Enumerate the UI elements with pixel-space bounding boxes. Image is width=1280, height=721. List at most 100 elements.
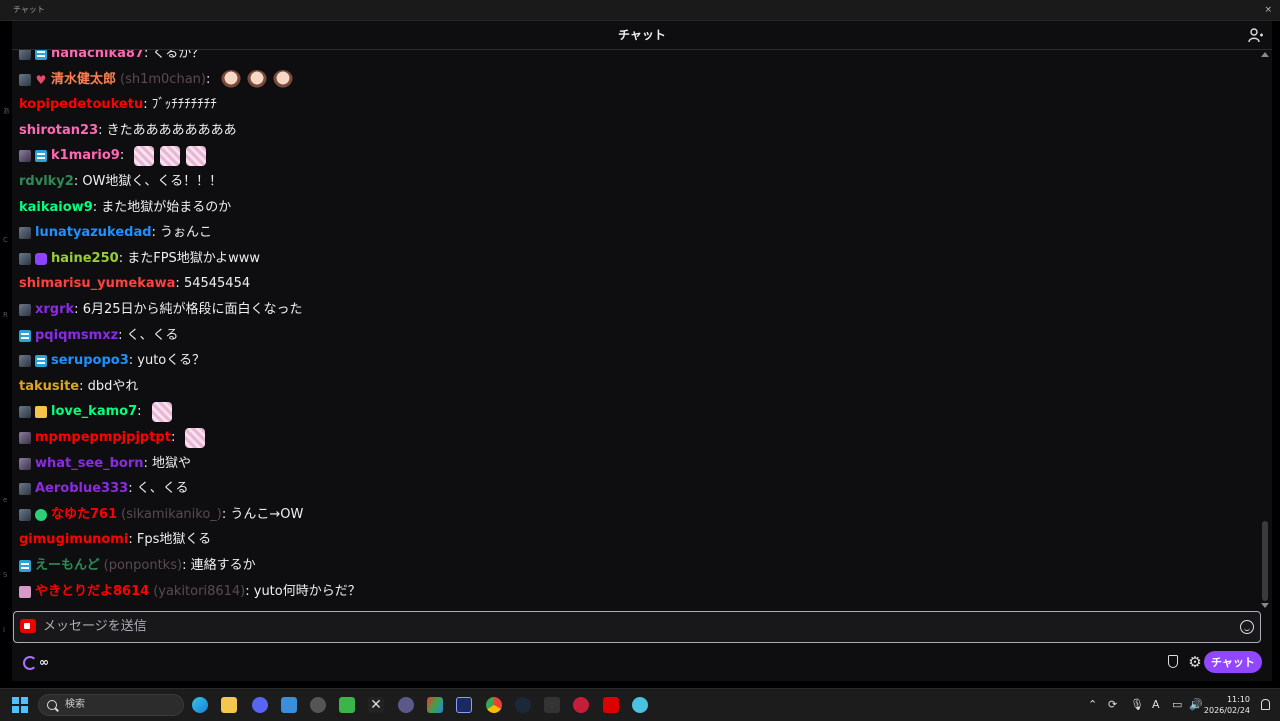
face-emote-icon[interactable] xyxy=(220,69,241,90)
chat-username[interactable]: Aeroblue333 xyxy=(35,478,128,500)
chat-username[interactable]: gimugimunomi xyxy=(19,529,128,551)
chat-username[interactable]: rdvlky2 xyxy=(19,171,74,193)
avatar-badge-icon[interactable] xyxy=(19,508,31,521)
chat-username[interactable]: takusite xyxy=(19,376,79,398)
red-app-icon[interactable] xyxy=(603,697,619,713)
chrome-icon[interactable] xyxy=(486,697,502,713)
message-list[interactable]: hanachika87: くるか？ ♥ 清水健太郎 (sh1m0chan): kopi… xyxy=(12,50,1257,622)
avatar-badge-icon[interactable] xyxy=(19,304,31,316)
chat-username[interactable]: hanachika87 xyxy=(51,50,144,65)
vpn-icon[interactable] xyxy=(398,697,414,713)
globe-icon[interactable] xyxy=(632,697,648,713)
green-badge-icon[interactable] xyxy=(35,508,47,521)
avatar-badge-icon[interactable] xyxy=(19,483,31,496)
clock[interactable]: 11:10 2026/02/24 xyxy=(1204,694,1250,716)
bits-badge-icon[interactable] xyxy=(35,406,47,419)
chat-username[interactable]: kopipedetouketu xyxy=(19,94,143,116)
avatar-badge-icon[interactable] xyxy=(19,252,31,265)
chat-username[interactable]: やきとりだよ8614 xyxy=(35,581,149,603)
scroll-down-arrow[interactable] xyxy=(1261,603,1269,608)
chat-username[interactable]: shimarisu_yumekawa xyxy=(19,273,175,295)
taskbar-search[interactable]: 検索 xyxy=(38,694,184,716)
pink-emote-icon[interactable] xyxy=(185,428,206,448)
pink-emote-icon[interactable] xyxy=(160,146,181,167)
chevron-up-icon[interactable]: ⌃ xyxy=(1088,689,1097,721)
avatar-badge-icon[interactable] xyxy=(19,406,31,419)
chat-username[interactable]: なゆた761 xyxy=(51,504,117,526)
avatar-badge-icon[interactable] xyxy=(19,50,31,60)
network-icon[interactable]: ▭ xyxy=(1172,689,1182,721)
message-input[interactable]: メッセージを送信 xyxy=(13,611,1261,643)
avatar-badge-icon[interactable] xyxy=(19,355,31,368)
sub-badge-icon[interactable] xyxy=(35,355,47,368)
chat-username[interactable]: what_see_born xyxy=(35,453,144,475)
scroll-up-arrow[interactable] xyxy=(1261,52,1269,57)
mic-icon[interactable]: 🎙 xyxy=(1130,689,1144,721)
notepad-icon[interactable] xyxy=(281,697,297,713)
pink-badge-icon[interactable] xyxy=(19,585,31,598)
file-explorer-icon[interactable] xyxy=(221,697,237,713)
chat-username[interactable]: serupopo3 xyxy=(51,350,129,372)
chat-username[interactable]: shirotan23 xyxy=(19,120,98,142)
minecraft-icon[interactable] xyxy=(339,697,355,713)
chat-send-button[interactable]: チャット xyxy=(1204,651,1262,673)
chat-username[interactable]: えーもんど xyxy=(35,555,100,577)
pink-emote-icon[interactable] xyxy=(151,402,172,423)
sub-badge-icon[interactable] xyxy=(35,50,47,60)
users-icon[interactable] xyxy=(1248,27,1264,43)
sub-badge-icon[interactable] xyxy=(19,560,31,572)
sub-badge-icon[interactable] xyxy=(19,329,31,342)
emoji-icon[interactable] xyxy=(1240,620,1254,634)
steam-icon[interactable] xyxy=(515,697,531,713)
chat-separator: : xyxy=(98,122,107,138)
channel-points-icon[interactable] xyxy=(23,656,37,670)
chat-username[interactable]: lunatyazukedad xyxy=(35,222,152,244)
chat-header: チャット xyxy=(12,21,1272,50)
shield-icon[interactable] xyxy=(1168,655,1178,668)
chat-username[interactable]: k1mario9 xyxy=(51,145,120,167)
chat-username[interactable]: kaikaiow9 xyxy=(19,197,93,219)
purple-badge-icon[interactable] xyxy=(35,252,47,265)
avatar2-badge-icon[interactable] xyxy=(19,432,31,444)
chat-username[interactable]: pqiqmsmxz xyxy=(35,325,118,347)
monitor-icon[interactable] xyxy=(456,697,472,713)
scrollbar-thumb[interactable] xyxy=(1262,521,1268,601)
chat-username[interactable]: xrgrk xyxy=(35,299,74,321)
windows-start-icon[interactable] xyxy=(12,697,28,713)
chat-separator: : xyxy=(128,481,137,497)
chat-message: mpmpepmpjpjptpt: xyxy=(19,427,206,449)
avatar2-badge-icon[interactable] xyxy=(19,457,31,470)
notification-icon[interactable] xyxy=(1261,699,1270,710)
chat-username[interactable]: love_kamo7 xyxy=(51,401,137,423)
sync-icon[interactable]: ⟳ xyxy=(1108,689,1117,721)
pink-emote-icon[interactable] xyxy=(186,146,207,167)
avatar-badge-icon[interactable] xyxy=(19,227,31,240)
chat-message-text: きたああああああああ xyxy=(106,122,237,138)
blocked-icon[interactable] xyxy=(573,697,589,713)
discord-icon[interactable] xyxy=(252,697,268,713)
chat-separator: : xyxy=(73,174,83,189)
pink-emote-icon[interactable] xyxy=(134,146,155,167)
camera-icon[interactable] xyxy=(20,619,36,633)
chat-username[interactable]: 清水健太郎 xyxy=(51,69,116,91)
drive-icon[interactable] xyxy=(427,697,443,713)
avatar-badge-icon[interactable] xyxy=(19,73,31,86)
close-icon[interactable]: × xyxy=(1264,0,1272,20)
chat-username[interactable]: haine250 xyxy=(51,248,119,270)
chat-separator: : xyxy=(143,50,153,61)
face-emote-icon[interactable] xyxy=(246,69,267,90)
edge-icon[interactable] xyxy=(192,697,208,713)
gear-icon[interactable]: ⚙ xyxy=(1188,655,1202,670)
obs-icon[interactable] xyxy=(310,697,326,713)
heart-badge-icon[interactable]: ♥ xyxy=(35,74,47,86)
sub-badge-icon[interactable] xyxy=(35,150,47,163)
chat-login-name: (yakitori8614) xyxy=(153,583,246,599)
ime-indicator[interactable]: A xyxy=(1152,689,1160,721)
unreal-icon[interactable] xyxy=(544,697,560,713)
chat-separator: : xyxy=(175,276,184,292)
volume-icon[interactable]: 🔊 xyxy=(1189,689,1203,721)
x-app-icon[interactable]: ✕ xyxy=(368,697,384,713)
avatar2-badge-icon[interactable] xyxy=(19,150,31,163)
chat-username[interactable]: mpmpepmpjpjptpt xyxy=(35,427,171,449)
face-emote-icon[interactable] xyxy=(272,69,293,90)
